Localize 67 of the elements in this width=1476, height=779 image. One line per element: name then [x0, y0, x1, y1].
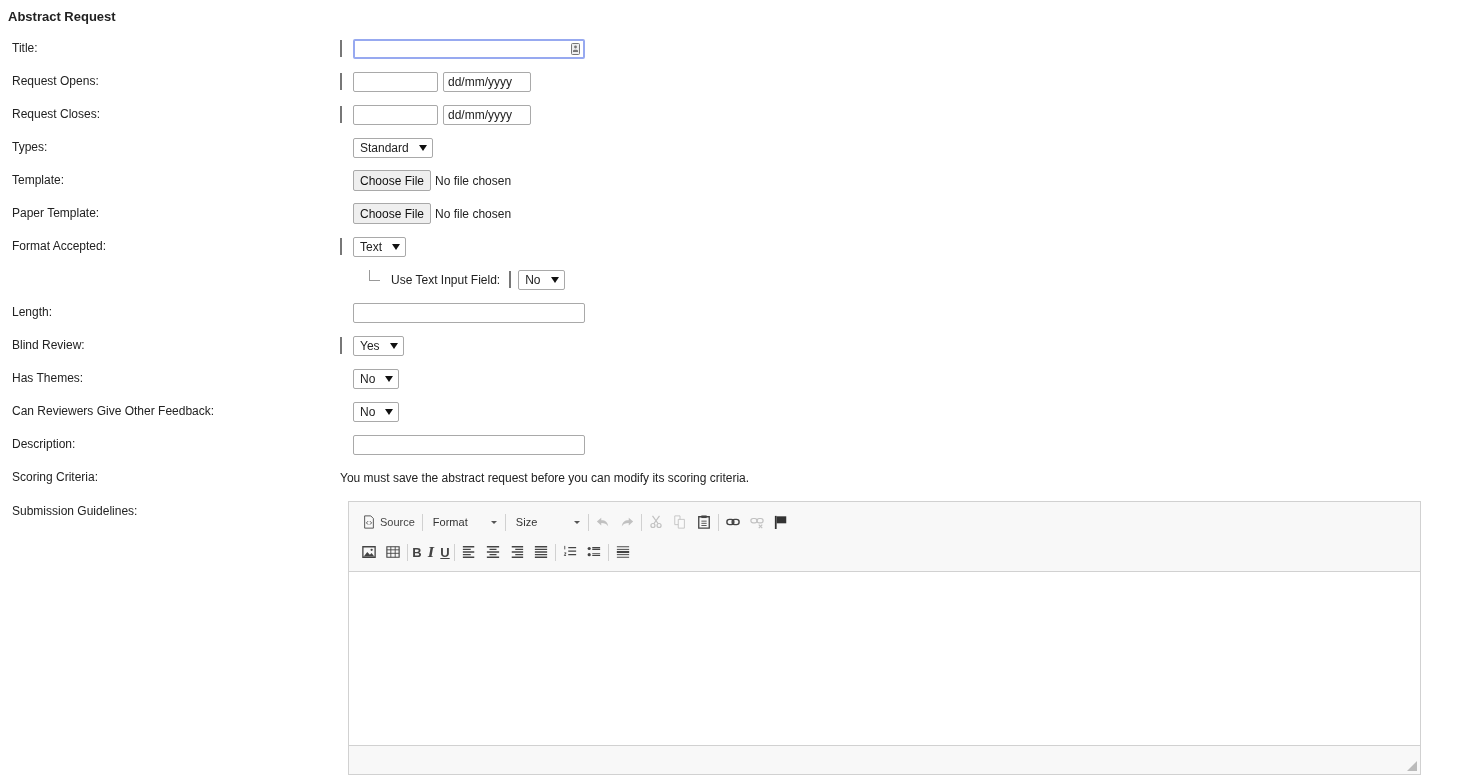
- text-field[interactable]: [353, 38, 585, 59]
- caret-icon: [385, 375, 394, 382]
- caret-icon: [573, 520, 580, 524]
- date-field[interactable]: dd/mm/yyyy: [443, 71, 531, 92]
- bold-button[interactable]: B: [410, 540, 424, 564]
- rich-text-editor[interactable]: Source Format Size B I U: [348, 501, 1421, 775]
- field-label: Format Accepted:: [12, 239, 108, 254]
- align-left-icon: [462, 545, 476, 559]
- choose-file-button[interactable]: Choose File: [353, 203, 432, 224]
- field-label: Request Closes:: [12, 107, 102, 122]
- text-field[interactable]: [353, 104, 438, 125]
- resize-grip-icon: [1407, 761, 1417, 771]
- dropdown[interactable]: Standard: [353, 137, 433, 158]
- caret-icon: [385, 408, 394, 415]
- field-label: Blind Review:: [12, 338, 86, 353]
- flag-icon: [773, 515, 788, 529]
- copy-icon: [672, 515, 687, 529]
- text-field[interactable]: [353, 434, 585, 455]
- field-label: Scoring Criteria:: [12, 470, 100, 485]
- toolbar-dropdown[interactable]: Format: [424, 510, 503, 534]
- caret-icon: [389, 342, 398, 349]
- numbered-list-icon: [563, 545, 577, 559]
- field-label: Use Text Input Field:: [391, 272, 501, 287]
- clipboard-icon: [696, 515, 711, 529]
- field-label: Template:: [12, 173, 66, 188]
- text-field[interactable]: [353, 71, 438, 92]
- caret-icon: [418, 144, 427, 151]
- bulleted-list-icon: [587, 545, 601, 559]
- align-center-icon: [486, 545, 500, 559]
- dropdown[interactable]: No: [353, 368, 400, 389]
- file-status: No file chosen: [435, 206, 512, 221]
- dropdown[interactable]: No: [353, 401, 400, 422]
- caret-icon: [392, 243, 400, 250]
- field-label: Has Themes:: [12, 371, 85, 386]
- field-label: Submission Guidelines:: [12, 503, 139, 519]
- field-label: Paper Template:: [12, 206, 101, 221]
- tree-connector-icon: [369, 270, 380, 281]
- scissors-icon: [648, 515, 663, 529]
- field-label: Description:: [12, 437, 77, 452]
- text-field[interactable]: [353, 302, 585, 323]
- date-field[interactable]: dd/mm/yyyy: [443, 104, 531, 125]
- caret-icon: [490, 520, 497, 524]
- choose-file-button[interactable]: Choose File: [353, 170, 432, 191]
- toolbar-dropdown[interactable]: Size: [507, 510, 586, 534]
- file-status: No file chosen: [435, 173, 512, 188]
- field-label: Types:: [12, 140, 49, 155]
- italic-button[interactable]: I: [424, 540, 438, 564]
- field-label: Length:: [12, 305, 54, 320]
- broken-link-icon: [749, 515, 764, 529]
- underline-button[interactable]: U: [438, 540, 452, 564]
- dropdown[interactable]: Text: [353, 236, 406, 257]
- image-icon: [362, 545, 376, 559]
- field-label: Request Opens:: [12, 74, 100, 89]
- caret-icon: [550, 276, 559, 283]
- table-icon: [386, 545, 400, 559]
- info-text: You must save the abstract request before you can modify its scoring criteria.: [340, 470, 750, 485]
- page-heading: Abstract Request: [8, 8, 116, 25]
- horizontal-rule-icon: [616, 545, 630, 559]
- document-code-icon: [362, 515, 376, 529]
- align-justify-icon: [534, 545, 548, 559]
- contact-card-icon: [571, 42, 580, 55]
- dropdown[interactable]: No: [518, 269, 565, 290]
- field-label: Can Reviewers Give Other Feedback:: [12, 404, 216, 419]
- align-right-icon: [510, 545, 524, 559]
- dropdown[interactable]: Yes: [353, 335, 404, 356]
- source-button[interactable]: Source: [357, 510, 420, 534]
- field-label: Title:: [12, 41, 39, 56]
